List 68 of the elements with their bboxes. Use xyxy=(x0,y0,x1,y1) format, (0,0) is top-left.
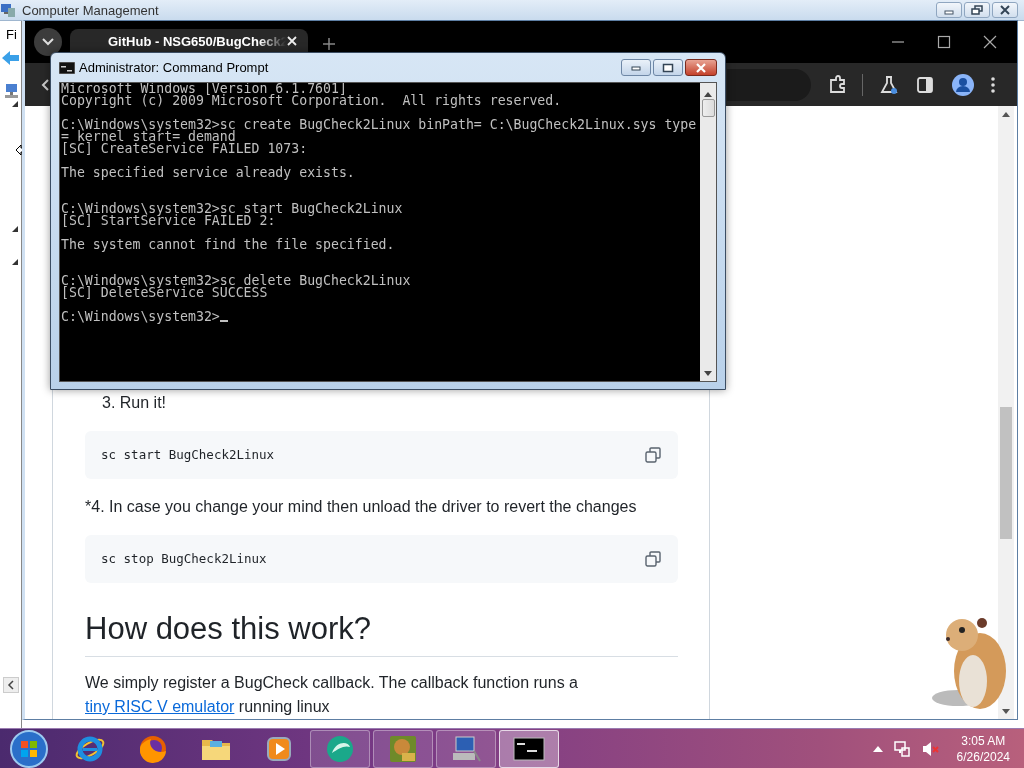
tree-expander-icon[interactable] xyxy=(12,101,18,107)
link[interactable]: tiny RISC V emulator xyxy=(85,698,235,715)
console-line: The specified service already exists. xyxy=(61,167,356,179)
restore-icon xyxy=(971,5,983,15)
window-title: Computer Management xyxy=(22,2,159,18)
scrollbar[interactable] xyxy=(700,83,716,381)
side-panel-icon[interactable] xyxy=(915,74,935,95)
command-prompt-icon xyxy=(59,61,75,74)
maximize-button[interactable] xyxy=(653,59,683,76)
window-title: Administrator: Command Prompt xyxy=(79,60,269,75)
close-icon[interactable] xyxy=(981,33,999,51)
close-icon[interactable] xyxy=(286,35,298,47)
puzzle-piece-icon[interactable] xyxy=(828,74,848,95)
console-line: C:\Windows\system32>sc create BugCheck2Linux binPath= C:\BugCheck2Linux.sys type xyxy=(61,119,698,131)
flask-icon[interactable] xyxy=(879,74,899,95)
console-line: = kernel start= demand xyxy=(61,131,236,143)
start-orb-icon xyxy=(9,728,49,768)
close-button[interactable] xyxy=(992,2,1018,18)
maximize-icon xyxy=(661,62,675,73)
network-icon[interactable] xyxy=(892,739,911,758)
menu-item[interactable]: Fi xyxy=(6,27,17,43)
clock-date: 6/26/2024 xyxy=(956,748,1010,765)
clock[interactable]: 3:05 AM 6/26/2024 xyxy=(956,732,1010,765)
clock-time: 3:05 AM xyxy=(961,732,1006,749)
console-line: [SC] DeleteService SUCCESS xyxy=(61,287,269,299)
maximize-icon[interactable] xyxy=(935,33,953,51)
scroll-up-icon[interactable] xyxy=(1002,111,1010,117)
list-item-text: 3. Run it! xyxy=(102,393,168,413)
console-line: [SC] StartService FAILED 2: xyxy=(61,215,277,227)
paragraph-text: *4. In case you change your mind then unload the driver to revert the changes xyxy=(85,497,638,517)
scroll-up-icon[interactable] xyxy=(704,91,712,97)
scrollbar-thumb[interactable] xyxy=(1000,407,1012,539)
code-text: sc start BugCheck2Linux xyxy=(101,446,275,464)
scroll-down-icon[interactable] xyxy=(1002,709,1010,715)
restore-button[interactable] xyxy=(964,2,990,18)
scroll-down-icon[interactable] xyxy=(704,371,712,377)
chevron-down-icon xyxy=(42,38,54,46)
more-menu-icon[interactable] xyxy=(991,76,995,93)
console-line: Microsoft Windows [Version 6.1.7601] xyxy=(61,83,347,95)
computer-icon xyxy=(2,83,20,99)
scrollbar[interactable] xyxy=(998,106,1014,719)
tree-expander-icon[interactable] xyxy=(12,259,18,265)
scroll-left-icon[interactable] xyxy=(3,677,19,693)
console-line: C:\Windows\system32>sc start BugCheck2Linux xyxy=(61,203,404,215)
console-line: C:\Windows\system32> xyxy=(61,309,220,324)
section-heading: How does this work? xyxy=(85,610,678,657)
computer-management-icon xyxy=(0,2,16,18)
speaker-muted-icon[interactable] xyxy=(920,739,939,758)
close-icon xyxy=(694,62,708,73)
code-text: sc stop BugCheck2Linux xyxy=(101,550,267,568)
tree-expander-icon[interactable] xyxy=(12,226,18,232)
close-icon xyxy=(999,5,1011,15)
console-line: Copyright (c) 2009 Microsoft Corporation. All rights reserved. xyxy=(61,95,563,107)
show-hidden-icons-icon[interactable] xyxy=(872,744,883,753)
avatar-icon[interactable] xyxy=(951,72,975,97)
new-tab-icon[interactable] xyxy=(322,37,336,51)
close-button[interactable] xyxy=(685,59,717,76)
taskbar-app-button[interactable] xyxy=(310,729,370,768)
tab-list-button[interactable] xyxy=(34,28,62,56)
taskbar-app-button[interactable] xyxy=(499,729,559,768)
copy-icon[interactable] xyxy=(645,551,661,567)
console-line: The system cannot find the file specified. xyxy=(61,239,396,251)
console-line: [SC] CreateService FAILED 1073: xyxy=(61,143,309,155)
console-line: C:\Windows\system32>sc delete BugCheck2Linux xyxy=(61,275,412,287)
copy-icon[interactable] xyxy=(645,447,661,463)
command-prompt-icon xyxy=(513,736,545,761)
scrollbar-thumb[interactable] xyxy=(701,99,715,117)
paragraph-text: We simply register a BugCheck callback. The callback function runs a tiny RISC V emulator running linux xyxy=(85,673,579,717)
